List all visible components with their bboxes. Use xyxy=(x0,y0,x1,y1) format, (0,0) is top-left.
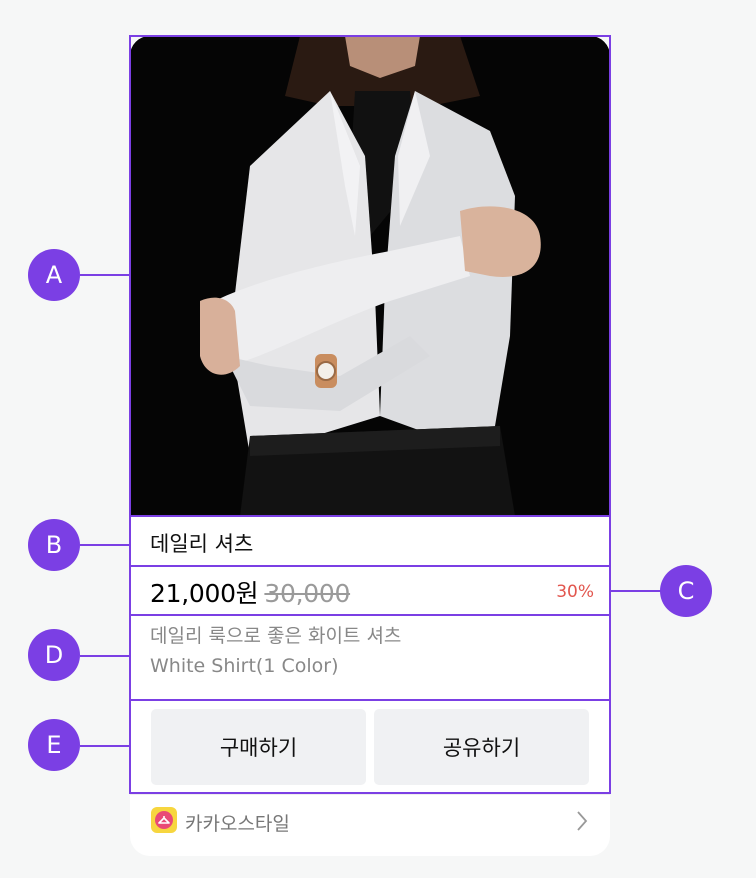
annotation-line-d xyxy=(80,655,130,657)
annotation-badge-a: A xyxy=(28,249,80,301)
annotation-line-e xyxy=(80,745,130,747)
channel-footer[interactable]: 카카오스타일 xyxy=(130,794,610,856)
annotation-line-a xyxy=(80,274,130,276)
annotation-line-c xyxy=(610,590,662,592)
annotation-badge-b: B xyxy=(28,519,80,571)
annotation-box-e xyxy=(129,699,611,794)
hanger-icon xyxy=(151,807,177,833)
annotation-line-b xyxy=(80,544,130,546)
annotation-badge-e: E xyxy=(28,719,80,771)
annotation-badge-d: D xyxy=(28,629,80,681)
annotation-box-d xyxy=(129,614,611,701)
annotation-box-c xyxy=(129,565,611,616)
annotation-box-a xyxy=(129,35,611,517)
channel-name: 카카오스타일 xyxy=(185,813,290,835)
annotation-box-b xyxy=(129,515,611,567)
chevron-right-icon[interactable] xyxy=(576,810,588,832)
annotation-badge-c: C xyxy=(660,565,712,617)
